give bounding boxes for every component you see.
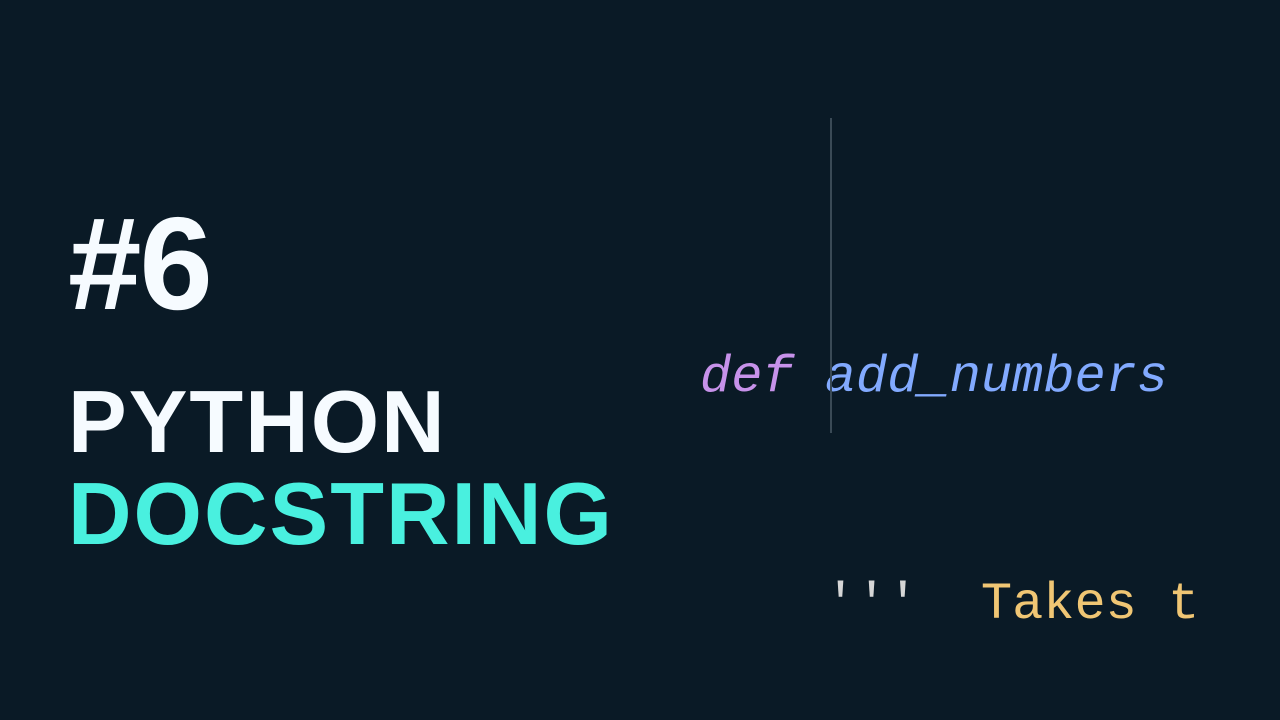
code-line-1: def add_numbers	[700, 340, 1199, 416]
function-name: add_numbers	[794, 348, 1168, 407]
episode-number: #6	[68, 198, 614, 330]
indent	[700, 575, 825, 634]
docstring-text-1: Takes t	[918, 575, 1199, 634]
title-block: #6 PYTHON DOCSTRING	[68, 198, 614, 561]
title-line-docstring: DOCSTRING	[68, 468, 614, 560]
title-line-python: PYTHON	[68, 376, 614, 468]
thumbnail-stage: #6 PYTHON DOCSTRING def add_numbers ''' …	[0, 0, 1280, 720]
code-line-2: ''' Takes t	[700, 567, 1199, 643]
code-snippet: def add_numbers ''' Takes t Returns ''' …	[700, 36, 1199, 720]
keyword-def: def	[700, 348, 794, 407]
triple-quote-open: '''	[825, 575, 919, 634]
indent-guide	[830, 118, 832, 433]
